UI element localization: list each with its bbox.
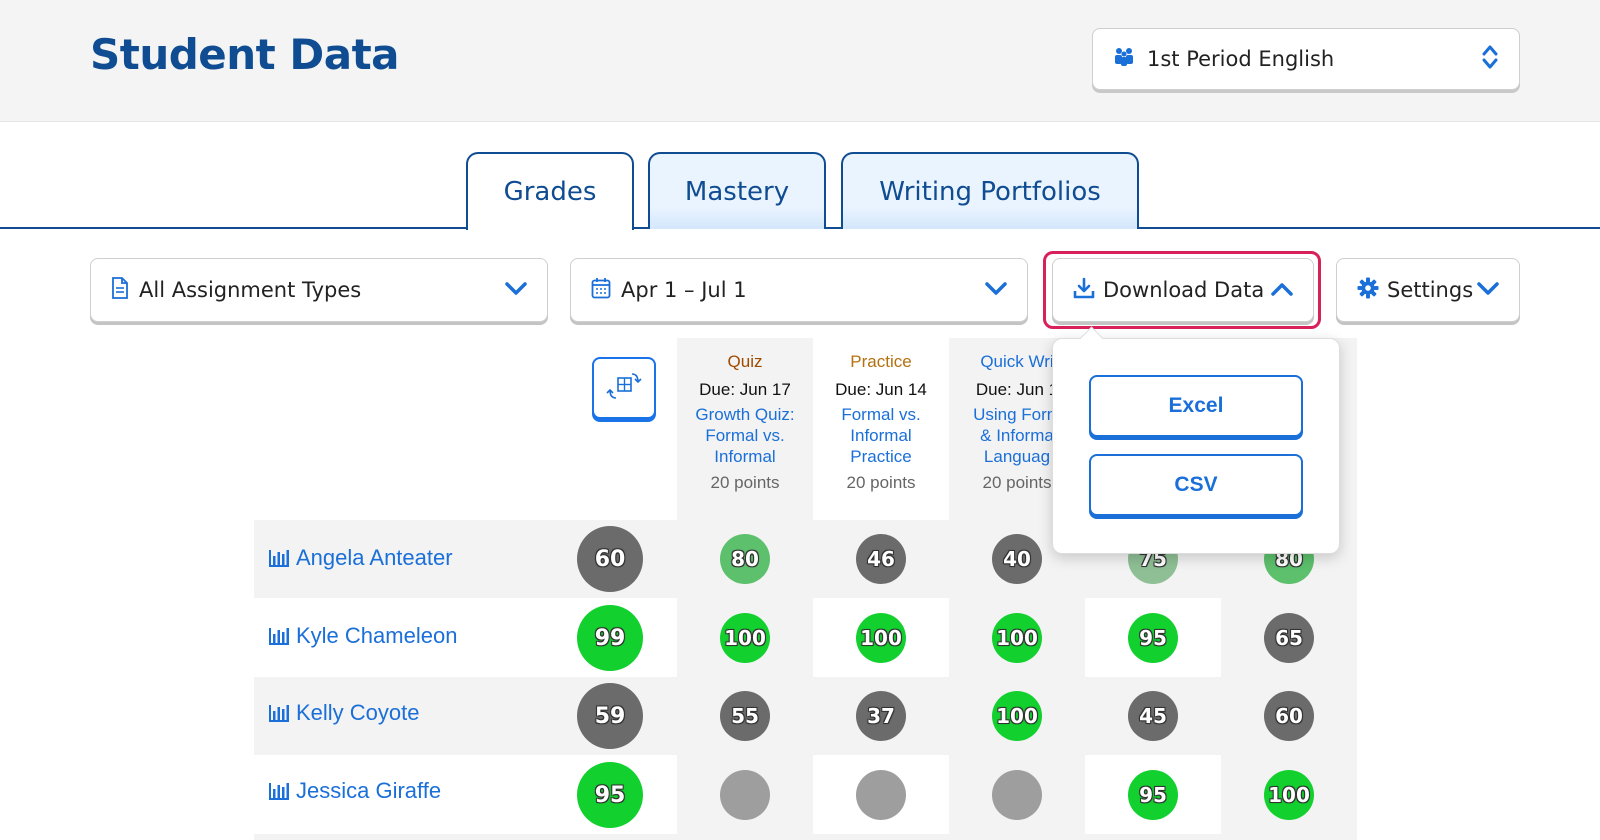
tab-grades[interactable]: Grades bbox=[466, 152, 634, 230]
assignment-name-line: Formal vs. bbox=[705, 426, 785, 445]
assignment-due: Due: Jun 17 bbox=[699, 380, 791, 399]
assignment-type: Practice bbox=[850, 352, 912, 371]
score-cell[interactable]: 95 bbox=[1128, 770, 1178, 820]
settings-dropdown[interactable]: Settings bbox=[1336, 258, 1520, 322]
page-header: Student Data 1st Period English bbox=[0, 0, 1600, 122]
calendar-icon bbox=[591, 277, 611, 303]
people-icon bbox=[1113, 46, 1135, 72]
overall-score[interactable]: 59 bbox=[577, 683, 643, 749]
score-cell[interactable]: 100 bbox=[992, 691, 1042, 741]
student-name: Kelly Coyote bbox=[296, 700, 420, 725]
score-cell-empty[interactable] bbox=[720, 770, 770, 820]
assignment-name-line: Formal vs. bbox=[841, 405, 921, 424]
download-csv-button[interactable]: CSV bbox=[1089, 454, 1303, 516]
download-highlight-frame bbox=[1043, 251, 1321, 329]
bar-chart-icon bbox=[269, 705, 289, 722]
sort-arrows-icon bbox=[1481, 44, 1499, 74]
row-shade bbox=[254, 834, 1356, 840]
score-cell[interactable]: 55 bbox=[720, 691, 770, 741]
score-cell-empty[interactable] bbox=[992, 770, 1042, 820]
assignment-due: Due: Jun 14 bbox=[835, 380, 927, 399]
overall-score[interactable]: 99 bbox=[577, 605, 643, 671]
class-selector-label: 1st Period English bbox=[1147, 47, 1335, 71]
overall-score[interactable]: 60 bbox=[577, 526, 643, 592]
gear-icon bbox=[1357, 277, 1379, 303]
download-menu-popover: Excel CSV bbox=[1052, 338, 1340, 554]
score-cell[interactable]: 100 bbox=[1264, 770, 1314, 820]
score-cell[interactable]: 95 bbox=[1128, 613, 1178, 663]
chevron-down-icon bbox=[985, 281, 1007, 300]
assignment-name-line: Informal bbox=[850, 426, 912, 445]
assignment-type: Quiz bbox=[727, 352, 763, 371]
score-cell[interactable]: 80 bbox=[720, 534, 770, 584]
score-cell[interactable]: 100 bbox=[720, 613, 770, 663]
student-name-link[interactable]: Kelly Coyote bbox=[268, 700, 420, 726]
tab-writing-portfolios[interactable]: Writing Portfolios bbox=[841, 152, 1139, 229]
date-range-dropdown[interactable]: Apr 1 – Jul 1 bbox=[570, 258, 1028, 322]
assignment-name-line: Growth Quiz: bbox=[695, 405, 795, 424]
assignment-name-line: Practice bbox=[850, 447, 912, 466]
bar-chart-icon bbox=[269, 550, 289, 567]
score-cell[interactable]: 60 bbox=[1264, 691, 1314, 741]
bar-chart-icon bbox=[269, 628, 289, 645]
assignment-name-link[interactable]: Formal vs. Informal Practice bbox=[813, 404, 949, 467]
score-cell[interactable]: 100 bbox=[992, 613, 1042, 663]
settings-label: Settings bbox=[1387, 278, 1474, 302]
assignment-name-line: Informal bbox=[714, 447, 776, 466]
assignment-points: 20 points bbox=[846, 473, 916, 492]
class-selector[interactable]: 1st Period English bbox=[1092, 28, 1520, 90]
table-rotate-icon bbox=[606, 370, 642, 406]
assignment-column-header: Practice Due: Jun 14 Formal vs. Informal… bbox=[813, 352, 949, 493]
student-name-link[interactable]: Kyle Chameleon bbox=[268, 623, 457, 649]
score-cell[interactable]: 100 bbox=[856, 613, 906, 663]
student-name: Kyle Chameleon bbox=[296, 623, 458, 648]
assignment-types-label: All Assignment Types bbox=[139, 278, 362, 302]
swap-axes-button[interactable] bbox=[592, 357, 656, 419]
score-cell[interactable]: 40 bbox=[992, 534, 1042, 584]
assignment-types-dropdown[interactable]: All Assignment Types bbox=[90, 258, 548, 322]
assignment-column-header: Quiz Due: Jun 17 Growth Quiz: Formal vs.… bbox=[677, 352, 813, 493]
student-name-link[interactable]: Angela Anteater bbox=[268, 545, 453, 571]
score-cell[interactable]: 46 bbox=[856, 534, 906, 584]
page-title: Student Data bbox=[90, 30, 400, 79]
overall-score[interactable]: 95 bbox=[577, 762, 643, 828]
date-range-label: Apr 1 – Jul 1 bbox=[621, 278, 747, 302]
tab-mastery[interactable]: Mastery bbox=[648, 152, 826, 229]
student-name: Jessica Giraffe bbox=[296, 778, 442, 803]
score-cell[interactable]: 45 bbox=[1128, 691, 1178, 741]
student-name-link[interactable]: Jessica Giraffe bbox=[268, 778, 441, 804]
assignment-points: 20 points bbox=[710, 473, 780, 492]
assignment-name-link[interactable]: Growth Quiz: Formal vs. Informal bbox=[677, 404, 813, 467]
score-cell[interactable]: 65 bbox=[1264, 613, 1314, 663]
chevron-down-icon bbox=[1477, 281, 1499, 300]
student-name: Angela Anteater bbox=[296, 545, 453, 570]
chevron-down-icon bbox=[505, 281, 527, 300]
download-excel-button[interactable]: Excel bbox=[1089, 375, 1303, 437]
document-icon bbox=[111, 277, 129, 303]
score-cell[interactable]: 37 bbox=[856, 691, 906, 741]
bar-chart-icon bbox=[269, 783, 289, 800]
score-cell-empty[interactable] bbox=[856, 770, 906, 820]
